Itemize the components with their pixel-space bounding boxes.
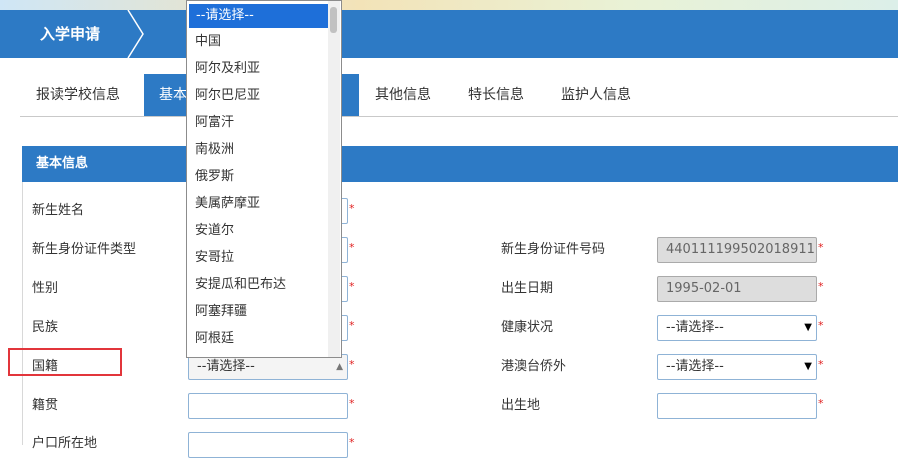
nationality-select-value: --请选择-- [197,359,255,374]
dropdown-option[interactable]: --请选择-- [189,4,336,28]
health-select-value: --请选择-- [666,320,724,335]
name-label: 新生姓名 [32,203,85,218]
chevron-down-icon: ▼ [804,322,812,333]
household-input[interactable] [188,432,348,458]
tab-bar: 报读学校信息 基本 其他信息 特长信息 监护人信息 [20,74,898,117]
gender-required-mark: * [349,280,355,293]
overseas-required-mark: * [818,358,824,371]
ethnicity-label: 民族 [32,320,59,335]
birthplace-required-mark: * [818,397,824,410]
dropdown-option[interactable]: 安提瓜和巴布达 [187,271,335,298]
health-label: 健康状况 [501,320,554,335]
tab-school-info[interactable]: 报读学校信息 [36,74,120,116]
birthdate-input[interactable]: 1995-02-01 [657,276,817,302]
birthplace-input[interactable] [657,393,817,419]
dropdown-option[interactable]: 阿根廷 [187,325,335,352]
decorative-banner [0,0,898,10]
overseas-select[interactable]: --请选择-- ▼ [657,354,817,380]
household-label: 户口所在地 [32,436,98,451]
nationality-dropdown-list[interactable]: --请选择-- 中国 阿尔及利亚 阿尔巴尼亚 阿富汗 南极洲 俄罗斯 美属萨摩亚… [186,0,342,358]
dropdown-option[interactable]: 美属萨摩亚 [187,190,335,217]
id-number-label: 新生身份证件号码 [501,242,606,257]
chevron-down-icon: ▼ [804,361,812,372]
dropdown-option[interactable]: 阿富汗 [187,109,335,136]
tab-guardian-info[interactable]: 监护人信息 [561,74,631,116]
dropdown-option[interactable]: 阿尔及利亚 [187,55,335,82]
birthdate-label: 出生日期 [501,281,554,296]
breadcrumb: 入学申请 [0,10,150,58]
dropdown-option[interactable]: 俄罗斯 [187,163,335,190]
native-place-label: 籍贯 [32,398,59,413]
dropdown-option[interactable]: 南极洲 [187,136,335,163]
gender-label: 性别 [32,281,59,296]
overseas-label: 港澳台侨外 [501,359,567,374]
health-select[interactable]: --请选择-- ▼ [657,315,817,341]
nationality-required-mark: * [349,358,355,371]
birthdate-required-mark: * [818,280,824,293]
breadcrumb-label[interactable]: 入学申请 [40,10,100,58]
tab-talent-info[interactable]: 特长信息 [468,74,524,116]
ethnicity-required-mark: * [349,319,355,332]
dropdown-option[interactable]: 中国 [187,28,335,55]
health-required-mark: * [818,319,824,332]
native-place-input[interactable] [188,393,348,419]
native-place-required-mark: * [349,397,355,410]
id-type-required-mark: * [349,241,355,254]
dropdown-option[interactable]: 阿尔巴尼亚 [187,82,335,109]
id-type-label: 新生身份证件类型 [32,242,137,257]
dropdown-scrollbar[interactable] [328,1,340,357]
section-header: 基本信息 [22,146,898,182]
chevron-up-icon: ▲ [336,362,343,372]
overseas-select-value: --请选择-- [666,359,724,374]
id-number-input[interactable]: 440111199502018911 [657,237,817,263]
dropdown-option[interactable]: 安哥拉 [187,244,335,271]
dropdown-option[interactable]: 安道尔 [187,217,335,244]
name-required-mark: * [349,202,355,215]
dropdown-option[interactable]: 阿塞拜疆 [187,298,335,325]
tab-other-info[interactable]: 其他信息 [375,74,431,116]
household-required-mark: * [349,436,355,449]
highlight-box [8,348,122,376]
section-title: 基本信息 [36,156,89,171]
birthplace-label: 出生地 [501,398,541,413]
scrollbar-thumb[interactable] [330,7,337,33]
id-number-required-mark: * [818,241,824,254]
